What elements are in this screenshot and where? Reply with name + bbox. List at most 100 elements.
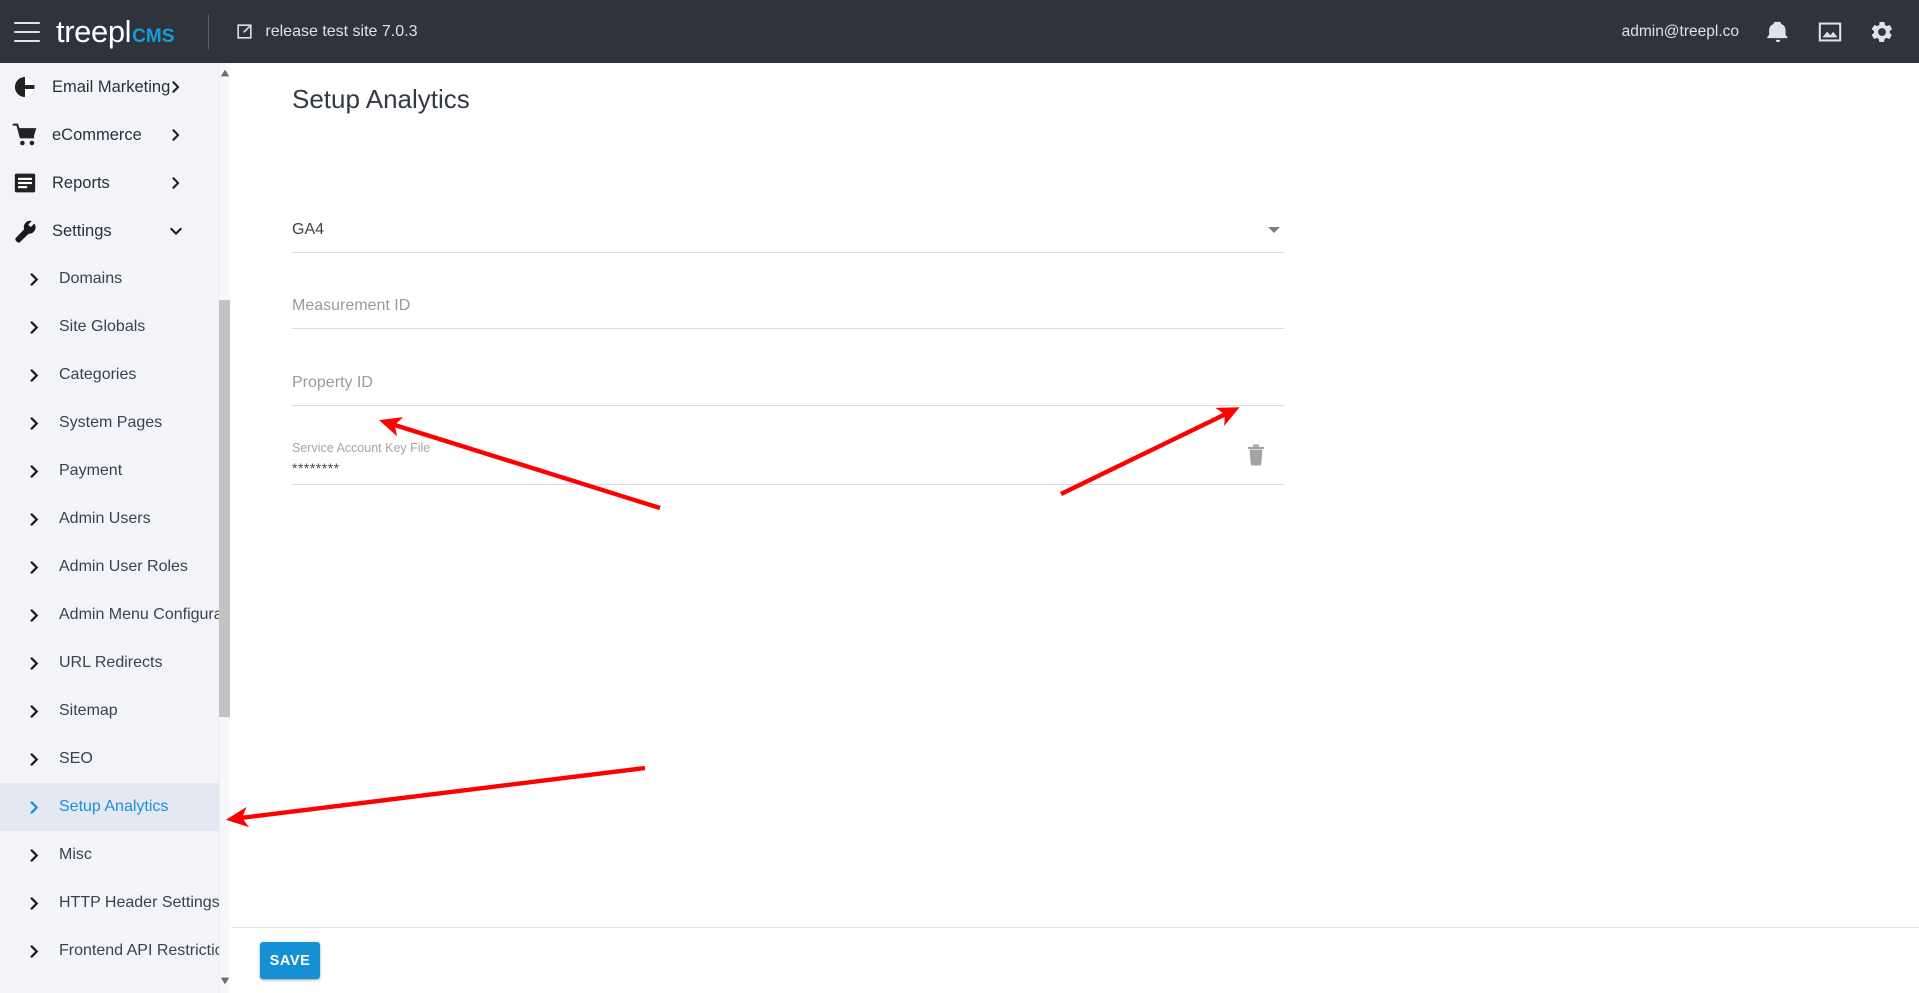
sidebar-item-label: Reports [52,173,110,192]
sidebar-item-admin-user-roles[interactable]: Admin User Roles [0,543,229,591]
sidebar-item-url-redirects[interactable]: URL Redirects [0,639,229,687]
sidebar-item-label: Payment [59,462,123,479]
sidebar-item-payment[interactable]: Payment [0,447,229,495]
chevron-right-icon [30,608,38,622]
sidebar-item-domains[interactable]: Domains [0,255,229,303]
sidebar-item-label: HTTP Header Settings [59,894,220,911]
caret-down-icon[interactable] [220,976,230,986]
analytics-type-value: GA4 [292,221,325,238]
image-icon[interactable] [1817,19,1843,45]
property-id-field[interactable]: Property ID [292,366,1284,406]
sidebar-item-settings[interactable]: Settings [0,207,229,255]
sidebar-item-label: Setup Analytics [59,798,169,815]
property-id-placeholder: Property ID [292,374,373,391]
chevron-right-icon [30,704,38,718]
caret-up-icon[interactable] [220,68,230,78]
field-underline [292,328,1284,329]
sidebar-item-label: Site Globals [59,318,146,335]
chevron-right-icon [30,848,38,862]
sidebar-item-misc[interactable]: Misc [0,831,229,879]
save-button[interactable]: SAVE [260,942,320,979]
chevron-right-icon [30,272,38,286]
report-icon [14,173,36,193]
field-underline [292,405,1284,406]
form-footer-bar: SAVE [231,927,1919,993]
hamburger-line [14,39,40,42]
sidebar-item-label: Settings [52,221,112,240]
chevron-down-icon [170,227,182,235]
sidebar-item-site-globals[interactable]: Site Globals [0,303,229,351]
site-preview-link[interactable]: release test site 7.0.3 [235,22,417,41]
service-account-key-file-field[interactable]: Service Account Key File ******** [292,441,1284,485]
chevron-down-icon [1268,227,1280,233]
sidebar-item-system-pages[interactable]: System Pages [0,399,229,447]
top-header-bar: treepl CMS release test site 7.0.3 admin… [0,0,1919,63]
service-account-key-file-value: ******** [292,460,340,476]
sidebar-item-label: Categories [59,366,137,383]
sidebar-item-label: System Pages [59,414,163,431]
chevron-right-icon [30,896,38,910]
brand-name: treepl [56,13,132,49]
pie-chart-icon [14,76,36,98]
shopping-cart-icon [12,123,37,146]
chevron-right-icon [30,464,38,478]
sidebar-item-label: eCommerce [52,125,142,144]
chevron-right-icon [172,81,180,93]
sidebar-item-label: Email Marketing [52,77,171,96]
hamburger-menu-icon[interactable] [14,21,40,42]
sidebar-scroll-content: Email Marketing eCommerce Reports Settin… [0,63,230,975]
header-divider [208,13,210,50]
brand-logo[interactable]: treepl CMS [56,14,174,50]
hamburger-line [14,21,40,24]
page-title: Setup Analytics [292,84,470,114]
sidebar-item-label: Admin User Roles [59,558,188,575]
chevron-right-icon [30,512,38,526]
sidebar-item-admin-users[interactable]: Admin Users [0,495,229,543]
sidebar-item-email-marketing[interactable]: Email Marketing [0,63,229,111]
sidebar-item-setup-analytics[interactable]: Setup Analytics [0,783,229,831]
sidebar-item-http-header-settings[interactable]: HTTP Header Settings [0,879,229,927]
left-sidebar-navigation[interactable]: Email Marketing eCommerce Reports Settin… [0,63,230,993]
main-content-area: Setup Analytics GA4 Measurement ID Prope… [231,63,1919,927]
sidebar-item-ecommerce[interactable]: eCommerce [0,111,229,159]
chevron-right-icon [30,800,38,814]
field-underline [292,252,1284,253]
sidebar-item-label: SEO [59,750,93,767]
sidebar-item-label: Sitemap [59,702,118,719]
sidebar-item-label: Domains [59,270,123,287]
bell-icon[interactable] [1765,19,1791,45]
sidebar-item-admin-menu-configurator[interactable]: Admin Menu Configurator [0,591,230,639]
sidebar-scrollbar-thumb[interactable] [219,300,230,717]
analytics-type-select[interactable]: GA4 [292,213,1284,253]
site-name-label: release test site 7.0.3 [265,22,418,40]
chevron-right-icon [30,560,38,574]
measurement-id-field[interactable]: Measurement ID [292,289,1284,329]
chevron-right-icon [172,129,180,141]
external-link-icon [237,24,253,39]
service-account-key-file-label: Service Account Key File [292,441,431,455]
wrench-icon [15,220,36,243]
sidebar-item-sitemap[interactable]: Sitemap [0,687,229,735]
chevron-right-icon [30,656,38,670]
account-email-label[interactable]: admin@treepl.co [1622,23,1739,41]
sidebar-item-frontend-api-restrictions[interactable]: Frontend API Restrictions [0,927,230,975]
sidebar-item-seo[interactable]: SEO [0,735,229,783]
brand-suffix: CMS [132,25,175,47]
sidebar-item-label: Admin Users [59,510,151,527]
gear-icon[interactable] [1869,19,1895,45]
chevron-right-icon [30,416,38,430]
sidebar-item-label: Admin Menu Configurator [59,606,230,623]
measurement-id-placeholder: Measurement ID [292,297,411,314]
sidebar-item-reports[interactable]: Reports [0,159,229,207]
sidebar-item-label: URL Redirects [59,654,163,671]
sidebar-item-label: Misc [59,846,92,863]
chevron-right-icon [30,320,38,334]
chevron-right-icon [30,944,38,958]
hamburger-line [14,30,40,33]
chevron-right-icon [30,752,38,766]
field-underline [292,484,1284,485]
trash-icon[interactable] [1246,444,1266,466]
sidebar-item-label: Frontend API Restrictions [59,942,230,959]
sidebar-item-categories[interactable]: Categories [0,351,229,399]
chevron-right-icon [172,177,180,189]
